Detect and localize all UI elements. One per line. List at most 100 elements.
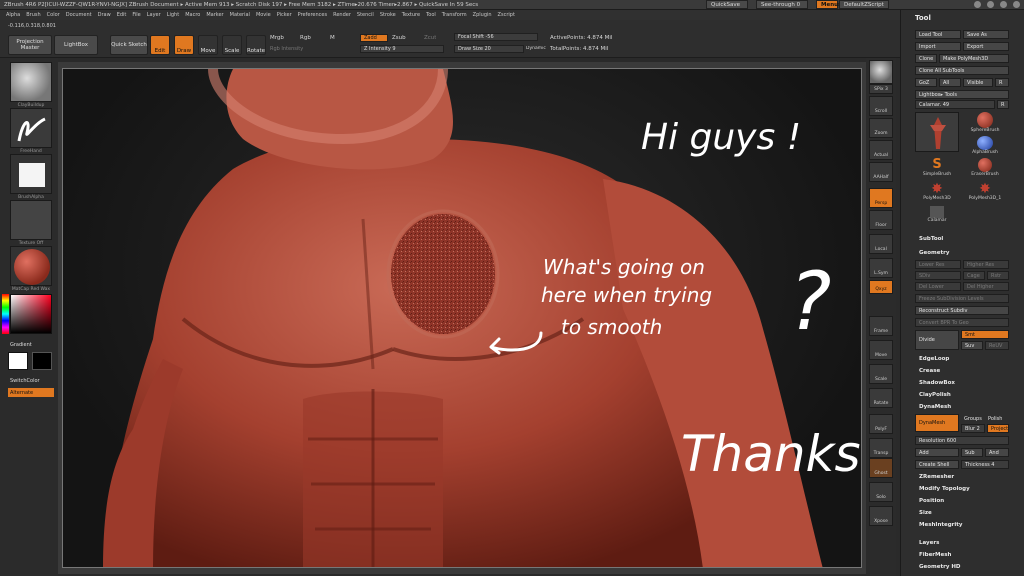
project-toggle[interactable]: Project	[987, 424, 1009, 433]
create-shell-button[interactable]: Create Shell	[915, 460, 959, 469]
convert-bpr-button[interactable]: Convert BPR To Geo	[915, 318, 1009, 327]
seethrough-slider[interactable]: See-through 0	[756, 0, 808, 9]
document-canvas[interactable]: Hi guys ! What's going on here when tryi…	[62, 68, 862, 568]
goz-button[interactable]: GoZ	[915, 78, 937, 87]
resolution-slider[interactable]: Resolution 600	[915, 436, 1009, 445]
color-picker[interactable]	[10, 294, 52, 334]
qxyz-button[interactable]: Qxyz	[869, 280, 893, 294]
blur-slider[interactable]: Blur 2	[961, 424, 985, 433]
quick-sketch-button[interactable]: Quick Sketch	[110, 35, 148, 55]
xpose-button[interactable]: Xpose	[869, 506, 893, 526]
stroke-thumbnail[interactable]	[10, 108, 52, 148]
dynamic-toggle[interactable]: Dynamic	[526, 46, 546, 51]
r-button[interactable]: R	[995, 78, 1009, 87]
zsub-toggle[interactable]: Zsub	[392, 35, 406, 41]
focal-shift-slider[interactable]: Focal Shift -56	[454, 33, 538, 41]
groups-toggle[interactable]: Groups	[961, 414, 985, 423]
fibermesh-section[interactable]: FiberMesh	[919, 552, 951, 558]
del-higher-button[interactable]: Del Higher	[963, 282, 1009, 291]
persp-button[interactable]: Persp	[869, 188, 893, 208]
geometry-hd-section[interactable]: Geometry HD	[919, 564, 961, 570]
menu-render[interactable]: Render	[333, 12, 351, 18]
draw-button[interactable]: Draw	[174, 35, 194, 55]
rgb-toggle[interactable]: Rgb	[300, 35, 311, 41]
zadd-toggle[interactable]: Zadd	[360, 34, 388, 42]
primary-color-swatch[interactable]	[8, 352, 28, 370]
import-button[interactable]: Import	[915, 42, 961, 51]
polyf-button[interactable]: PolyF	[869, 414, 893, 434]
draw-size-slider[interactable]: Draw Size 20	[454, 45, 524, 53]
menu-transform[interactable]: Transform	[442, 12, 467, 18]
divide-button[interactable]: Divide	[915, 330, 959, 350]
menu-marker[interactable]: Marker	[206, 12, 223, 18]
layers-section[interactable]: Layers	[919, 540, 939, 546]
secondary-color-swatch[interactable]	[32, 352, 52, 370]
minimize-icon[interactable]	[987, 1, 994, 8]
floor-button[interactable]: Floor	[869, 210, 893, 230]
local-button[interactable]: Local	[869, 234, 893, 254]
m-toggle[interactable]: M	[330, 35, 335, 41]
menu-movie[interactable]: Movie	[256, 12, 271, 18]
lightbox-tools-button[interactable]: Lightbox▸ Tools	[915, 90, 1009, 99]
menu-material[interactable]: Material	[230, 12, 250, 18]
edit-button[interactable]: Edit	[150, 35, 170, 55]
size-section[interactable]: Size	[919, 510, 932, 516]
suv-toggle[interactable]: Suv	[961, 341, 983, 350]
bpr-render-button[interactable]	[869, 60, 893, 84]
current-tool-r-button[interactable]: R	[997, 100, 1009, 109]
menu-preferences[interactable]: Preferences	[298, 12, 327, 18]
menu-alpha[interactable]: Alpha	[6, 12, 20, 18]
help-icon[interactable]	[974, 1, 981, 8]
menu-macro[interactable]: Macro	[185, 12, 200, 18]
material-thumbnail[interactable]	[10, 246, 52, 286]
zoom-button[interactable]: Zoom	[869, 118, 893, 138]
rstr-button[interactable]: Rstr	[987, 271, 1009, 280]
z-intensity-slider[interactable]: Z Intensity 9	[360, 45, 444, 53]
frame-button[interactable]: Frame	[869, 316, 893, 336]
save-as-button[interactable]: Save As	[963, 30, 1009, 39]
quicksave-button[interactable]: QuickSave	[706, 0, 748, 9]
clone-all-subtools-button[interactable]: Clone All SubTools	[915, 66, 1009, 75]
script-button[interactable]: DefaultZScript	[839, 0, 889, 9]
calamar-tool-thumbnail[interactable]	[915, 112, 959, 152]
alternate-button[interactable]: Alternate	[8, 388, 54, 397]
lower-res-button[interactable]: Lower Res	[915, 260, 961, 269]
zcut-toggle[interactable]: Zcut	[424, 35, 436, 41]
make-polymesh-button[interactable]: Make PolyMesh3D	[939, 54, 1009, 63]
all-button[interactable]: All	[939, 78, 961, 87]
menu-edit[interactable]: Edit	[117, 12, 127, 18]
rgb-intensity-slider[interactable]: Rgb Intensity	[270, 46, 303, 52]
higher-res-button[interactable]: Higher Res	[963, 260, 1009, 269]
menu-texture[interactable]: Texture	[402, 12, 420, 18]
aahalf-button[interactable]: AAHalf	[869, 162, 893, 182]
alpha-thumbnail[interactable]	[10, 154, 52, 194]
dynamesh-section[interactable]: DynaMesh	[919, 404, 951, 410]
rotate-view-button[interactable]: Rotate	[869, 388, 893, 408]
modify-topology-section[interactable]: Modify Topology	[919, 486, 970, 492]
spix-slider[interactable]: SPix 3	[869, 84, 893, 94]
claypolish-section[interactable]: ClayPolish	[919, 392, 951, 398]
edgeloop-section[interactable]: EdgeLoop	[919, 356, 949, 362]
menu-brush[interactable]: Brush	[26, 12, 40, 18]
polymesh3d-1-thumbnail[interactable]: ✸ PolyMesh3D_1	[963, 180, 1007, 220]
thickness-slider[interactable]: Thickness 4	[961, 460, 1009, 469]
rotate-button[interactable]: Rotate	[246, 35, 266, 55]
menu-draw[interactable]: Draw	[98, 12, 111, 18]
menu-light[interactable]: Light	[167, 12, 179, 18]
meshintegrity-section[interactable]: MeshIntegrity	[919, 522, 962, 528]
menu-layer[interactable]: Layer	[147, 12, 161, 18]
actual-button[interactable]: Actual	[869, 140, 893, 160]
export-button[interactable]: Export	[963, 42, 1009, 51]
crease-section[interactable]: Crease	[919, 368, 940, 374]
clone-button[interactable]: Clone	[915, 54, 937, 63]
menu-zscript[interactable]: Zscript	[498, 12, 515, 18]
visible-button[interactable]: Visible	[963, 78, 993, 87]
and-button[interactable]: And	[985, 448, 1009, 457]
dynamesh-button[interactable]: DynaMesh	[915, 414, 959, 432]
solo-button[interactable]: Solo	[869, 482, 893, 502]
scroll-button[interactable]: Scroll	[869, 96, 893, 116]
reuv-button[interactable]: ReUV	[985, 341, 1009, 350]
menu-stroke[interactable]: Stroke	[380, 12, 396, 18]
ghost-button[interactable]: Ghost	[869, 458, 893, 478]
brush-thumbnail[interactable]	[10, 62, 52, 102]
